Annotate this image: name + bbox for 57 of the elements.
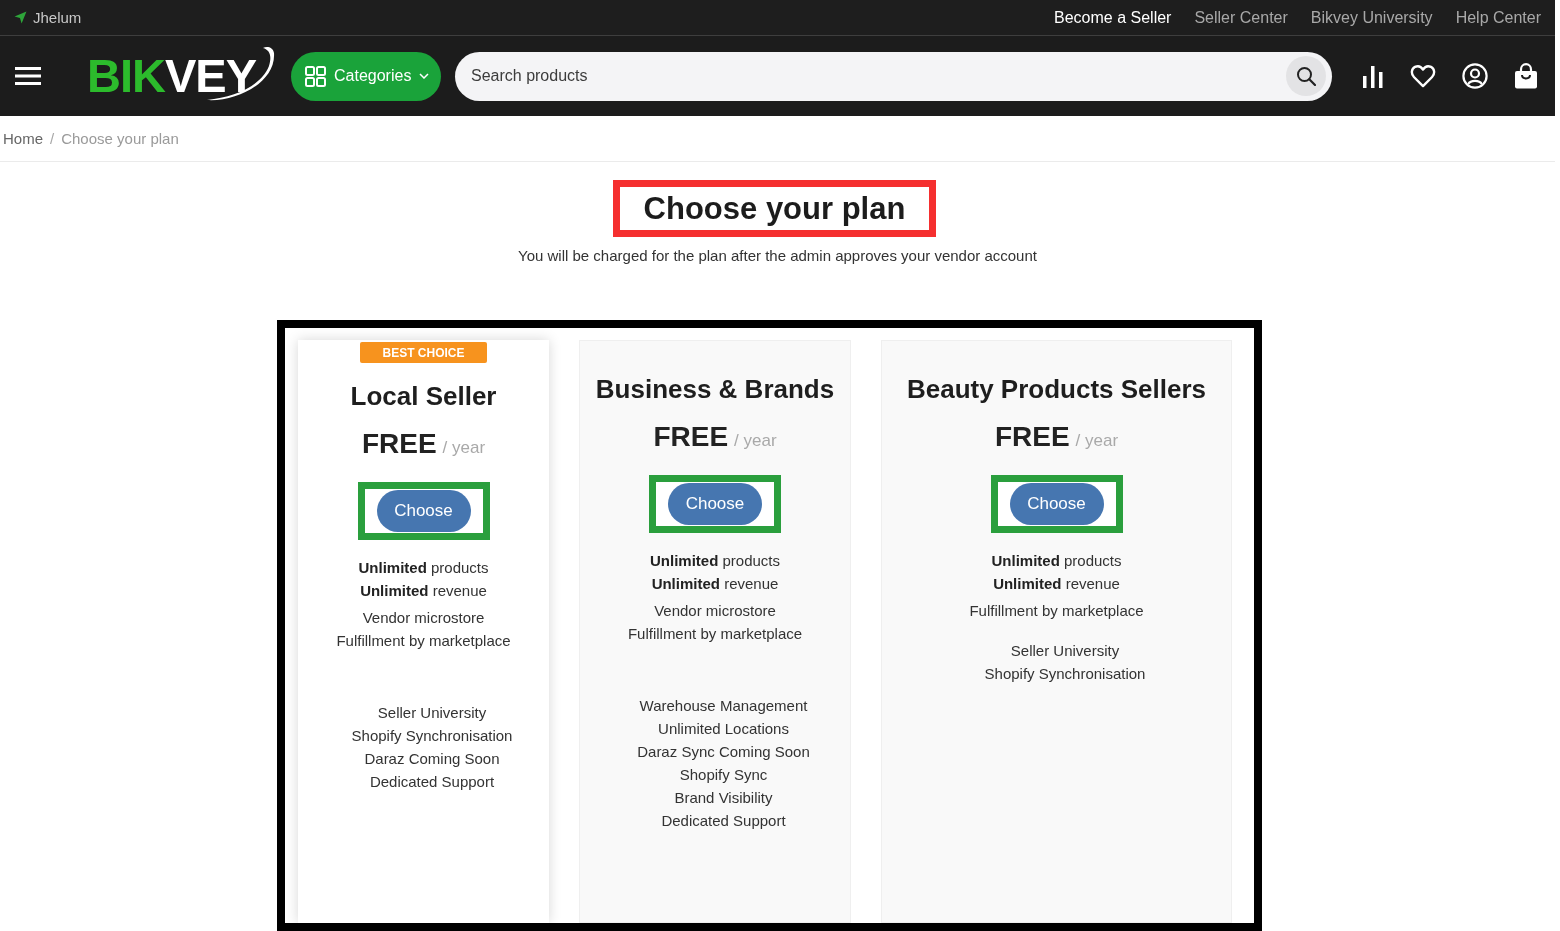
plan-badge: BEST CHOICE bbox=[360, 342, 487, 363]
plan-feature: Daraz Sync Coming Soon bbox=[637, 742, 810, 762]
price-period: / year bbox=[1075, 430, 1119, 452]
plan-feature: Unlimited revenue bbox=[651, 574, 779, 594]
price-period: / year bbox=[734, 430, 777, 452]
plan-feature: Fulfillment by marketplace bbox=[969, 601, 1144, 621]
plan-feature: Shopify Synchronisation bbox=[351, 726, 513, 746]
plan-price: FREE bbox=[994, 420, 1070, 454]
search-icon bbox=[1296, 65, 1316, 86]
plan-feature: Unlimited revenue bbox=[360, 581, 487, 601]
top-link[interactable]: Help Center bbox=[1455, 8, 1541, 27]
menu-icon[interactable] bbox=[15, 66, 41, 86]
top-link[interactable]: Bikvey University bbox=[1310, 8, 1433, 27]
breadcrumb-link[interactable]: Home bbox=[3, 130, 43, 147]
heart-icon[interactable] bbox=[1410, 64, 1436, 88]
logo-text[interactable]: BIKVEY bbox=[87, 48, 256, 104]
plan-feature: Dedicated Support bbox=[661, 811, 786, 831]
page-title: Choose your plan bbox=[643, 189, 906, 228]
plan-name: Local Seller bbox=[350, 380, 497, 412]
plan-price: FREE bbox=[361, 427, 437, 461]
location-arrow-icon bbox=[14, 11, 27, 24]
plan-feature: Seller University bbox=[377, 703, 487, 723]
plan-feature: Brand Visibility bbox=[674, 788, 773, 808]
plan-feature: Unlimited revenue bbox=[993, 574, 1120, 594]
price-period: / year bbox=[442, 437, 486, 459]
choose-button[interactable]: Choose bbox=[376, 490, 471, 532]
choose-button[interactable]: Choose bbox=[668, 483, 762, 525]
plan-name: Business & Brands bbox=[595, 373, 835, 405]
bar-chart-icon[interactable] bbox=[1362, 64, 1384, 88]
plan-feature: Dedicated Support bbox=[369, 772, 495, 792]
plan-feature: Fulfillment by marketplace bbox=[336, 631, 511, 651]
search-field[interactable]: Search products bbox=[455, 51, 1332, 101]
breadcrumb-separator: / bbox=[50, 130, 55, 147]
plan-feature: Daraz Coming Soon bbox=[364, 749, 500, 769]
plan-feature: Unlimited Locations bbox=[658, 719, 789, 739]
plan-feature: Shopify Sync bbox=[679, 765, 768, 785]
categories-button[interactable]: Categories bbox=[291, 51, 441, 101]
shopping-bag-icon[interactable] bbox=[1514, 63, 1538, 89]
plan-feature: Seller University bbox=[1010, 641, 1120, 661]
plan-feature: Unlimited products bbox=[649, 551, 780, 571]
choose-button[interactable]: Choose bbox=[1009, 483, 1104, 525]
plan-feature: Vendor microstore bbox=[654, 601, 776, 621]
plan-feature: Unlimited products bbox=[358, 558, 489, 578]
plan-feature: Vendor microstore bbox=[362, 608, 485, 628]
top-link[interactable]: Become a Seller bbox=[1054, 8, 1172, 27]
chevron-down-icon bbox=[419, 73, 430, 79]
plan-feature: Fulfillment by marketplace bbox=[627, 624, 803, 644]
plan-price: FREE bbox=[653, 420, 729, 454]
grid-icon bbox=[305, 65, 326, 87]
user-icon[interactable] bbox=[1462, 63, 1488, 89]
plan-feature: Shopify Synchronisation bbox=[984, 664, 1146, 684]
location-text: Jhelum bbox=[33, 9, 82, 26]
top-link[interactable]: Seller Center bbox=[1194, 8, 1288, 27]
plan-name: Beauty Products Sellers bbox=[906, 373, 1207, 405]
plan-feature: Unlimited products bbox=[991, 551, 1122, 571]
page-subtitle: You will be charged for the plan after the admin approves your vendor account bbox=[518, 247, 1037, 265]
plan-feature: Warehouse Management bbox=[639, 696, 808, 716]
